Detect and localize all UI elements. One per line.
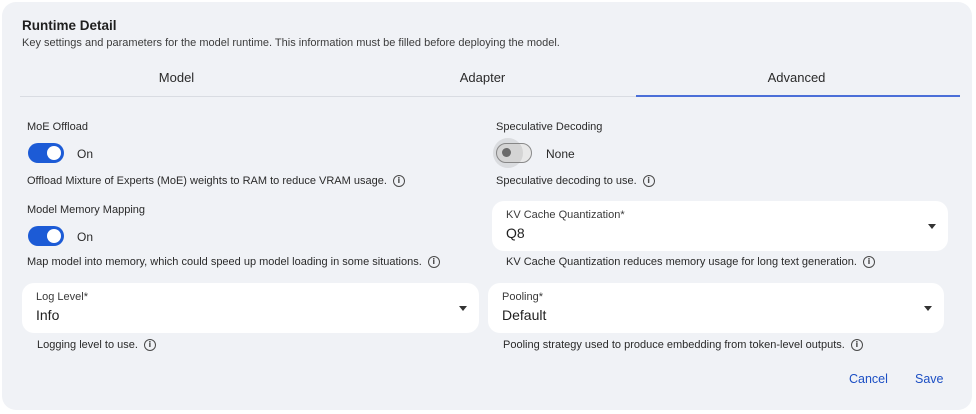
speculative-decoding-help: Speculative decoding to use. (496, 175, 655, 187)
page-subtitle: Key settings and parameters for the mode… (22, 37, 560, 49)
log-level-help: Logging level to use. (37, 339, 156, 351)
memory-mapping-help: Map model into memory, which could speed… (27, 256, 440, 268)
info-icon[interactable] (143, 339, 156, 351)
moe-offload-label: MoE Offload (27, 121, 88, 133)
memory-mapping-label: Model Memory Mapping (27, 204, 145, 216)
save-button[interactable]: Save (915, 372, 944, 386)
moe-offload-help-text: Offload Mixture of Experts (MoE) weights… (27, 175, 387, 187)
memory-mapping-help-text: Map model into memory, which could speed… (27, 256, 422, 268)
info-icon[interactable] (850, 339, 863, 351)
cancel-button[interactable]: Cancel (849, 372, 888, 386)
memory-mapping-state: On (77, 230, 94, 244)
pooling-label: Pooling* (502, 291, 543, 303)
tab-adapter[interactable]: Adapter (326, 58, 639, 96)
chevron-down-icon (459, 306, 467, 311)
moe-offload-help: Offload Mixture of Experts (MoE) weights… (27, 175, 405, 187)
pooling-help: Pooling strategy used to produce embeddi… (503, 339, 863, 351)
info-icon[interactable] (392, 175, 405, 187)
chevron-down-icon (928, 224, 936, 229)
pooling-value: Default (502, 307, 547, 323)
info-icon[interactable] (427, 256, 440, 268)
log-level-label: Log Level* (36, 291, 88, 303)
speculative-decoding-label: Speculative Decoding (496, 121, 603, 133)
toggle-knob (47, 146, 61, 160)
page-title: Runtime Detail (22, 18, 117, 33)
pooling-select[interactable]: Pooling* Default (488, 283, 944, 333)
moe-offload-toggle[interactable] (28, 143, 64, 163)
info-icon[interactable] (642, 175, 655, 187)
speculative-decoding-help-text: Speculative decoding to use. (496, 175, 637, 187)
info-icon[interactable] (862, 256, 875, 268)
active-tab-indicator (636, 95, 960, 97)
log-level-value: Info (36, 307, 60, 323)
log-level-help-text: Logging level to use. (37, 339, 138, 351)
tab-bar: Model Adapter Advanced (20, 58, 960, 98)
speculative-decoding-state: None (546, 147, 575, 161)
kv-cache-quantization-label: KV Cache Quantization* (506, 209, 625, 221)
toggle-knob (47, 229, 61, 243)
log-level-select[interactable]: Log Level* Info (22, 283, 479, 333)
runtime-detail-panel: Runtime Detail Key settings and paramete… (2, 2, 972, 410)
kv-cache-quantization-select[interactable]: KV Cache Quantization* Q8 (492, 201, 948, 251)
pooling-help-text: Pooling strategy used to produce embeddi… (503, 339, 845, 351)
memory-mapping-toggle[interactable] (28, 226, 64, 246)
kv-cache-quantization-help-text: KV Cache Quantization reduces memory usa… (506, 256, 857, 268)
tab-advanced[interactable]: Advanced (640, 58, 953, 96)
kv-cache-quantization-value: Q8 (506, 225, 525, 241)
speculative-decoding-toggle[interactable] (493, 138, 532, 168)
kv-cache-quantization-help: KV Cache Quantization reduces memory usa… (506, 256, 875, 268)
chevron-down-icon (924, 306, 932, 311)
toggle-knob (502, 148, 511, 157)
moe-offload-state: On (77, 147, 94, 161)
tab-model[interactable]: Model (20, 58, 333, 96)
